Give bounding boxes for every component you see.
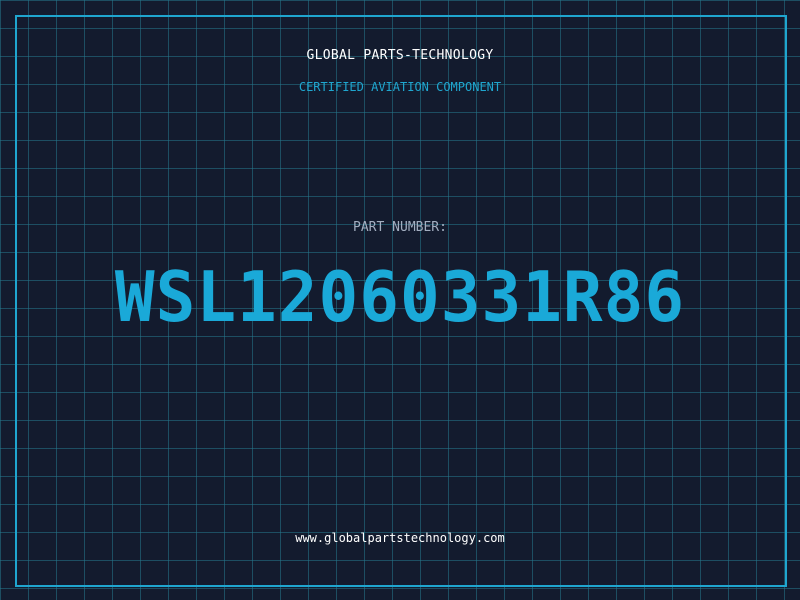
part-number-value: WSL12060331R86	[114, 257, 686, 338]
website-url: www.globalpartstechnology.com	[295, 531, 505, 545]
part-number-label: PART NUMBER:	[353, 220, 447, 235]
company-name: GLOBAL PARTS-TECHNOLOGY	[306, 48, 494, 63]
certification-tagline: CERTIFIED AVIATION COMPONENT	[298, 80, 502, 94]
